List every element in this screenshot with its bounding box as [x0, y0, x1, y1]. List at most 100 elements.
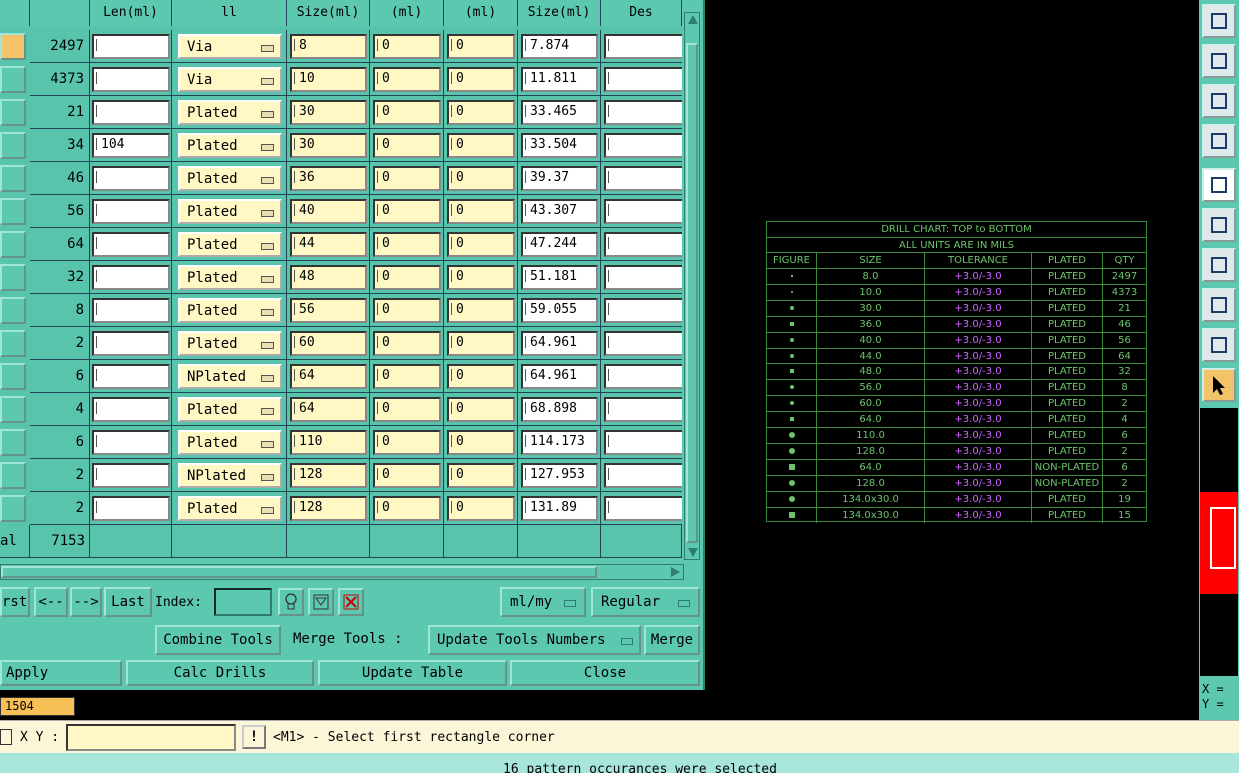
- tolerance-minus-input[interactable]: 0: [447, 34, 515, 59]
- alert-icon[interactable]: !: [242, 725, 266, 749]
- row-select-button[interactable]: [0, 495, 26, 522]
- tolerance-minus-input[interactable]: 0: [447, 397, 515, 422]
- tolerance-minus-input[interactable]: 0: [447, 133, 515, 158]
- plating-type-dropdown[interactable]: NPlated: [178, 463, 282, 488]
- lightbulb-icon[interactable]: [278, 588, 304, 616]
- designator-input[interactable]: [604, 100, 682, 125]
- finish-size-input[interactable]: 51.181: [521, 265, 598, 290]
- first-button[interactable]: rst: [0, 587, 30, 617]
- designator-input[interactable]: [604, 67, 682, 92]
- tolerance-plus-input[interactable]: 0: [373, 463, 441, 488]
- finish-size-input[interactable]: 68.898: [521, 397, 598, 422]
- tolerance-plus-input[interactable]: 0: [373, 397, 441, 422]
- tolerance-plus-input[interactable]: 0: [373, 34, 441, 59]
- designator-input[interactable]: [604, 265, 682, 290]
- row-select-button[interactable]: [0, 132, 26, 159]
- finish-size-input[interactable]: 59.055: [521, 298, 598, 323]
- row-select-button[interactable]: [0, 198, 26, 225]
- size-input[interactable]: 36: [290, 166, 367, 191]
- row-select-button[interactable]: [0, 66, 26, 93]
- designator-input[interactable]: [604, 133, 682, 158]
- size-input[interactable]: 8: [290, 34, 367, 59]
- tolerance-minus-input[interactable]: 0: [447, 100, 515, 125]
- plating-type-dropdown[interactable]: Via: [178, 67, 282, 92]
- row-select-button[interactable]: [0, 396, 26, 423]
- length-input[interactable]: [92, 298, 170, 323]
- length-input[interactable]: [92, 364, 170, 389]
- fit-view-icon[interactable]: [1202, 84, 1236, 118]
- calc-drills-button[interactable]: Calc Drills: [126, 660, 314, 686]
- tolerance-minus-input[interactable]: 0: [447, 298, 515, 323]
- designator-input[interactable]: [604, 331, 682, 356]
- length-input[interactable]: [92, 67, 170, 92]
- angle-icon[interactable]: [1202, 248, 1236, 282]
- tolerance-plus-input[interactable]: 0: [373, 100, 441, 125]
- size-input[interactable]: 128: [290, 496, 367, 521]
- finish-size-input[interactable]: 64.961: [521, 331, 598, 356]
- row-select-button[interactable]: [0, 165, 26, 192]
- row-select-button[interactable]: [0, 462, 26, 489]
- xy-input[interactable]: [66, 724, 236, 751]
- plating-type-dropdown[interactable]: Plated: [178, 199, 282, 224]
- tolerance-plus-input[interactable]: 0: [373, 430, 441, 455]
- update-table-button[interactable]: Update Table: [318, 660, 507, 686]
- row-select-button[interactable]: [0, 33, 26, 60]
- shape-icon[interactable]: [1202, 168, 1236, 202]
- finish-size-input[interactable]: 43.307: [521, 199, 598, 224]
- designator-input[interactable]: [604, 298, 682, 323]
- tolerance-minus-input[interactable]: 0: [447, 430, 515, 455]
- designator-input[interactable]: [604, 397, 682, 422]
- tolerance-minus-input[interactable]: 0: [447, 364, 515, 389]
- pointer-icon[interactable]: [1202, 368, 1236, 402]
- size-input[interactable]: 30: [290, 100, 367, 125]
- designator-input[interactable]: [604, 166, 682, 191]
- row-select-button[interactable]: [0, 231, 26, 258]
- designator-input[interactable]: [604, 463, 682, 488]
- vertical-scrollbar[interactable]: [684, 12, 700, 560]
- tolerance-minus-input[interactable]: 0: [447, 265, 515, 290]
- finish-size-input[interactable]: 114.173: [521, 430, 598, 455]
- scroll-down-arrow[interactable]: [688, 548, 698, 557]
- tolerance-minus-input[interactable]: 0: [447, 67, 515, 92]
- horizontal-scrollbar[interactable]: [0, 564, 684, 580]
- size-input[interactable]: 60: [290, 331, 367, 356]
- horizontal-scroll-thumb[interactable]: [1, 566, 597, 578]
- size-input[interactable]: 110: [290, 430, 367, 455]
- combine-tools-button[interactable]: Combine Tools: [155, 625, 281, 655]
- tolerance-minus-input[interactable]: 0: [447, 199, 515, 224]
- plating-type-dropdown[interactable]: Plated: [178, 265, 282, 290]
- tolerance-plus-input[interactable]: 0: [373, 232, 441, 257]
- row-select-button[interactable]: [0, 363, 26, 390]
- tolerance-plus-input[interactable]: 0: [373, 331, 441, 356]
- tolerance-minus-input[interactable]: 0: [447, 496, 515, 521]
- length-input[interactable]: 104: [92, 133, 170, 158]
- measure-icon[interactable]: [1202, 328, 1236, 362]
- scroll-right-arrow[interactable]: [671, 567, 680, 577]
- length-input[interactable]: [92, 331, 170, 356]
- scroll-up-arrow[interactable]: [688, 15, 698, 24]
- mode-dropdown[interactable]: Regular: [591, 587, 700, 617]
- finish-size-input[interactable]: 131.89: [521, 496, 598, 521]
- tolerance-minus-input[interactable]: 0: [447, 166, 515, 191]
- delete-icon[interactable]: [338, 588, 364, 616]
- size-input[interactable]: 48: [290, 265, 367, 290]
- plating-type-dropdown[interactable]: Plated: [178, 430, 282, 455]
- finish-size-input[interactable]: 33.465: [521, 100, 598, 125]
- designator-input[interactable]: [604, 364, 682, 389]
- tolerance-plus-input[interactable]: 0: [373, 67, 441, 92]
- row-select-button[interactable]: [0, 297, 26, 324]
- row-select-button[interactable]: [0, 330, 26, 357]
- finish-size-input[interactable]: 47.244: [521, 232, 598, 257]
- plating-type-dropdown[interactable]: Plated: [178, 133, 282, 158]
- finish-size-input[interactable]: 39.37: [521, 166, 598, 191]
- size-input[interactable]: 56: [290, 298, 367, 323]
- export-icon[interactable]: [1202, 4, 1236, 38]
- size-input[interactable]: 40: [290, 199, 367, 224]
- layers-icon[interactable]: [1202, 288, 1236, 322]
- row-select-button[interactable]: [0, 99, 26, 126]
- size-input[interactable]: 64: [290, 364, 367, 389]
- plating-type-dropdown[interactable]: Plated: [178, 331, 282, 356]
- tolerance-minus-input[interactable]: 0: [447, 331, 515, 356]
- size-input[interactable]: 128: [290, 463, 367, 488]
- plating-type-dropdown[interactable]: Plated: [178, 100, 282, 125]
